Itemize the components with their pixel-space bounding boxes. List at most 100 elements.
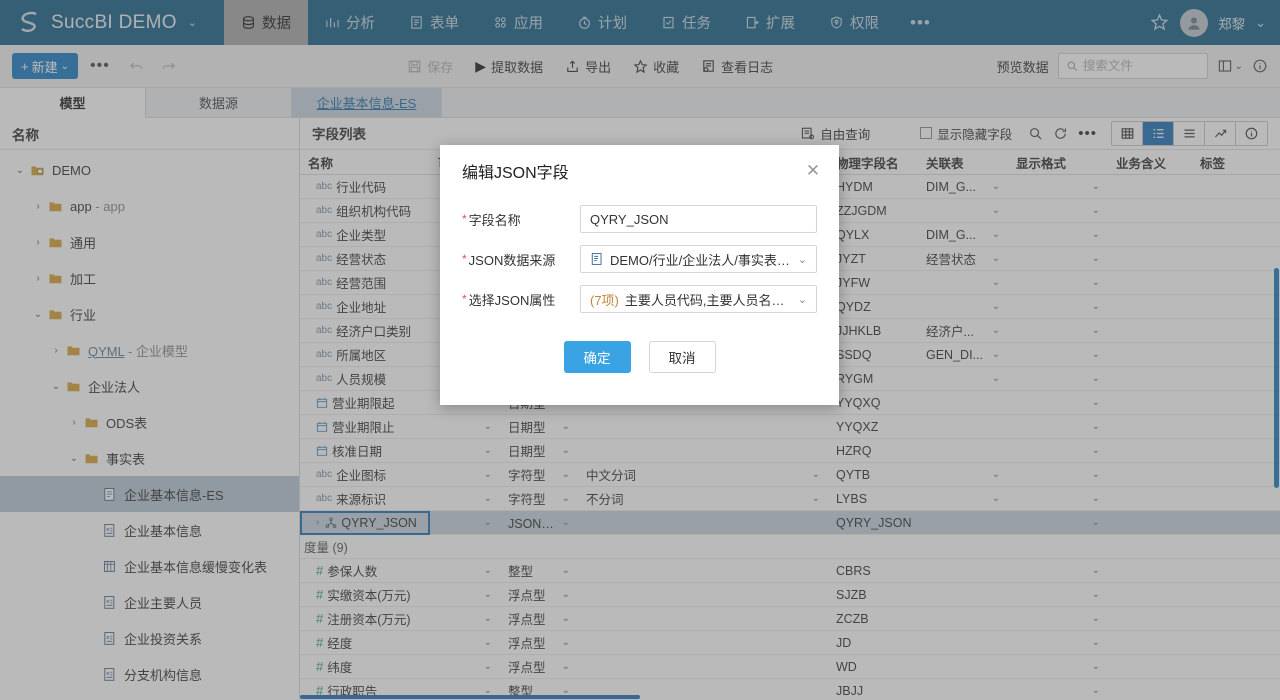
nav-item-data[interactable]: 数据 bbox=[224, 0, 308, 45]
table-row[interactable]: abc来源标识⌄字符型⌄不分词⌄LYBS⌄⌄ bbox=[300, 487, 1280, 511]
cell-tag[interactable] bbox=[1192, 175, 1280, 199]
preview-data-label[interactable]: 预览数据 bbox=[997, 57, 1049, 76]
view-mode-list[interactable] bbox=[1143, 122, 1174, 145]
cell-tag[interactable] bbox=[1192, 439, 1280, 463]
chevron-down-icon[interactable]: ⌄ bbox=[484, 637, 492, 648]
cell-display-format[interactable]: ⌄ bbox=[1008, 415, 1108, 439]
chevron-down-icon[interactable]: ⌄ bbox=[562, 613, 570, 624]
chevron-down-icon[interactable]: ⌄ bbox=[1092, 229, 1100, 240]
chevron-down-icon[interactable]: ⌄ bbox=[1092, 253, 1100, 264]
chevron-down-icon[interactable]: ⌄ bbox=[1092, 181, 1100, 192]
chevron-down-icon[interactable]: ⌄ bbox=[562, 637, 570, 648]
cell-field-name[interactable]: abc行业代码 bbox=[300, 175, 430, 199]
cell-visible[interactable]: ⌄ bbox=[430, 631, 500, 655]
tree-item-3[interactable]: ›加工 bbox=[0, 260, 299, 296]
cell-related-table[interactable]: 经营状态⌄ bbox=[918, 247, 1008, 271]
cell-visible[interactable]: ⌄ bbox=[430, 583, 500, 607]
cell-display-format[interactable]: ⌄ bbox=[1008, 319, 1108, 343]
cell-display-format[interactable]: ⌄ bbox=[1008, 631, 1108, 655]
chevron-down-icon[interactable]: ⌄ bbox=[992, 181, 1000, 192]
cell-tag[interactable] bbox=[1192, 415, 1280, 439]
chevron-down-icon[interactable]: ⌄ bbox=[1092, 397, 1100, 408]
cell-display-format[interactable]: ⌄ bbox=[1008, 295, 1108, 319]
nav-item-form[interactable]: 表单 bbox=[392, 0, 476, 45]
cell-tag[interactable] bbox=[1192, 559, 1280, 583]
info-button[interactable] bbox=[1252, 58, 1268, 74]
tree-item-13[interactable]: 企业投资关系 bbox=[0, 620, 299, 656]
table-row[interactable]: abc企业图标⌄字符型⌄中文分词⌄QYTB⌄⌄ bbox=[300, 463, 1280, 487]
cell-tag[interactable] bbox=[1192, 607, 1280, 631]
tab-document-enterprise-es[interactable]: 企业基本信息-ES bbox=[292, 88, 442, 117]
chevron-down-icon[interactable]: ⌄ bbox=[992, 493, 1000, 504]
cell-tokenizer[interactable] bbox=[578, 631, 828, 655]
tree-item-12[interactable]: 企业主要人员 bbox=[0, 584, 299, 620]
avatar[interactable] bbox=[1180, 9, 1208, 37]
chevron-down-icon[interactable]: ⌄ bbox=[1092, 517, 1100, 528]
json-attributes-select[interactable]: (7项) 主要人员代码,主要人员名称,性... ⌄ bbox=[580, 285, 817, 313]
chevron-down-icon[interactable]: ⌄ bbox=[562, 469, 570, 480]
nav-item-analysis[interactable]: 分析 bbox=[308, 0, 392, 45]
cell-tokenizer[interactable] bbox=[578, 583, 828, 607]
tab-datasource[interactable]: 数据源 bbox=[146, 88, 292, 117]
cell-visible[interactable]: ⌄ bbox=[430, 439, 500, 463]
nav-item-task[interactable]: 任务 bbox=[644, 0, 728, 45]
cell-business-meaning[interactable] bbox=[1108, 439, 1192, 463]
chevron-right-icon[interactable]: › bbox=[30, 273, 46, 284]
field-name-input[interactable]: QYRY_JSON bbox=[580, 205, 817, 233]
cell-datatype[interactable]: 浮点型⌄ bbox=[500, 583, 578, 607]
cell-related-table[interactable]: 经济户...⌄ bbox=[918, 319, 1008, 343]
cell-business-meaning[interactable] bbox=[1108, 295, 1192, 319]
cell-visible[interactable]: ⌄ bbox=[430, 607, 500, 631]
view-mode-grid[interactable] bbox=[1112, 122, 1143, 145]
chevron-down-icon[interactable]: ⌄ bbox=[1092, 277, 1100, 288]
cell-display-format[interactable]: ⌄ bbox=[1008, 607, 1108, 631]
cell-business-meaning[interactable] bbox=[1108, 583, 1192, 607]
extract-data-button[interactable]: ▶ 提取数据 bbox=[475, 57, 543, 76]
chevron-right-icon[interactable]: › bbox=[316, 517, 319, 528]
brand-chevron-down-icon[interactable]: ⌄ bbox=[188, 16, 197, 29]
cell-related-table[interactable] bbox=[918, 415, 1008, 439]
confirm-button[interactable]: 确定 bbox=[564, 341, 631, 373]
cell-related-table[interactable]: ⌄ bbox=[918, 487, 1008, 511]
chevron-down-icon[interactable]: ⌄ bbox=[1092, 373, 1100, 384]
cell-related-table[interactable]: ⌄ bbox=[918, 199, 1008, 223]
nav-item-plan[interactable]: 计划 bbox=[560, 0, 644, 45]
cell-business-meaning[interactable] bbox=[1108, 655, 1192, 679]
chevron-down-icon[interactable]: ⌄ bbox=[1092, 637, 1100, 648]
chevron-down-icon[interactable]: ⌄ bbox=[484, 661, 492, 672]
chevron-down-icon[interactable]: ⌄ bbox=[992, 373, 1000, 384]
table-row[interactable]: #注册资本(万元)⌄浮点型⌄ZCZB⌄ bbox=[300, 607, 1280, 631]
cell-field-name[interactable]: #注册资本(万元) bbox=[300, 607, 430, 631]
nav-more-button[interactable]: ••• bbox=[896, 0, 945, 45]
cell-display-format[interactable]: ⌄ bbox=[1008, 439, 1108, 463]
cell-business-meaning[interactable] bbox=[1108, 463, 1192, 487]
chevron-right-icon[interactable]: › bbox=[66, 417, 82, 428]
chevron-right-icon[interactable]: › bbox=[30, 201, 46, 212]
chevron-down-icon[interactable]: ⌄ bbox=[992, 253, 1000, 264]
cell-related-table[interactable]: ⌄ bbox=[918, 463, 1008, 487]
cell-business-meaning[interactable] bbox=[1108, 607, 1192, 631]
cell-related-table[interactable] bbox=[918, 655, 1008, 679]
cancel-button[interactable]: 取消 bbox=[649, 341, 716, 373]
cell-field-name[interactable]: abc经营范围 bbox=[300, 271, 430, 295]
tree-item-5[interactable]: ›QYML - 企业模型 bbox=[0, 332, 299, 368]
chevron-down-icon[interactable]: ⌄ bbox=[12, 165, 28, 176]
cell-field-name[interactable]: abc经济户口类别 bbox=[300, 319, 430, 343]
chevron-down-icon[interactable]: ⌄ bbox=[1092, 325, 1100, 336]
chevron-down-icon[interactable]: ⌄ bbox=[992, 301, 1000, 312]
cell-field-name[interactable]: 营业期限起 bbox=[300, 391, 430, 415]
cell-business-meaning[interactable] bbox=[1108, 559, 1192, 583]
cell-visible[interactable]: ⌄ bbox=[430, 415, 500, 439]
chevron-down-icon[interactable]: ⌄ bbox=[812, 469, 820, 480]
cell-field-name[interactable]: #实缴资本(万元) bbox=[300, 583, 430, 607]
cell-tag[interactable] bbox=[1192, 391, 1280, 415]
cell-business-meaning[interactable] bbox=[1108, 199, 1192, 223]
cell-tag[interactable] bbox=[1192, 319, 1280, 343]
cell-tokenizer[interactable] bbox=[578, 559, 828, 583]
cell-tag[interactable] bbox=[1192, 463, 1280, 487]
cell-business-meaning[interactable] bbox=[1108, 367, 1192, 391]
cell-tag[interactable] bbox=[1192, 631, 1280, 655]
view-mode-info[interactable] bbox=[1236, 122, 1267, 145]
cell-related-table[interactable] bbox=[918, 511, 1008, 535]
chevron-down-icon[interactable]: ⌄ bbox=[562, 661, 570, 672]
